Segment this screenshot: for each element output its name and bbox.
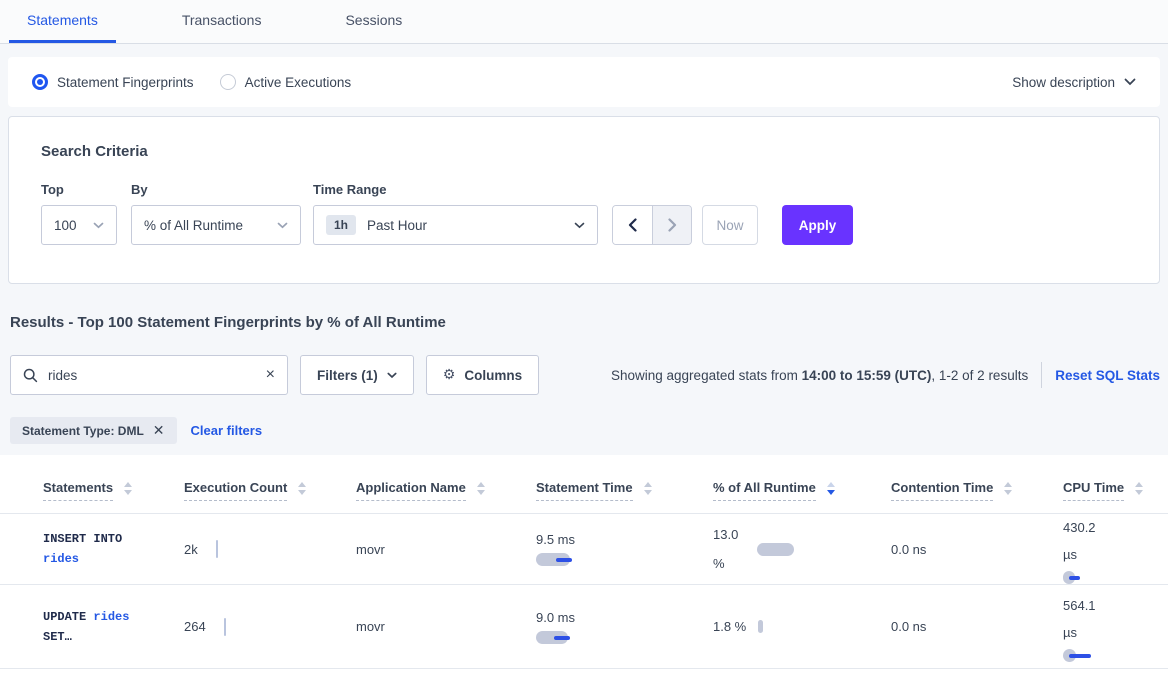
remove-filter-icon[interactable]: ✕ xyxy=(153,422,165,439)
column-header-application-name[interactable]: Application Name xyxy=(356,480,536,501)
execution-count-cell: 264 xyxy=(184,618,356,636)
statement-search-box: × xyxy=(10,355,288,395)
filters-button[interactable]: Filters (1) xyxy=(300,355,414,395)
results-summary: Showing aggregated stats from 14:00 to 1… xyxy=(611,368,1028,383)
pct-runtime-cell: 13.0 % xyxy=(713,520,891,578)
chevron-left-icon xyxy=(628,218,637,232)
application-name-cell: movr xyxy=(356,542,536,557)
contention-time-cell: 0.0 ns xyxy=(891,619,1063,634)
radio-statement-fingerprints[interactable]: Statement Fingerprints xyxy=(32,74,194,90)
table-header-row: Statements Execution Count Application N… xyxy=(0,467,1168,514)
by-value: % of All Runtime xyxy=(144,218,243,233)
chevron-down-icon xyxy=(387,372,397,379)
results-heading: Results - Top 100 Statement Fingerprints… xyxy=(10,314,1158,331)
top-label: Top xyxy=(41,182,117,197)
clear-filters-link[interactable]: Clear filters xyxy=(191,423,263,438)
chevron-down-icon xyxy=(574,222,585,229)
statement-time-mean-marker xyxy=(556,558,572,562)
application-name-cell: movr xyxy=(356,619,536,634)
contention-time-cell: 0.0 ns xyxy=(891,542,1063,557)
filter-chip-statement-type: Statement Type: DML ✕ xyxy=(10,417,177,444)
time-range-value: Past Hour xyxy=(367,218,427,233)
tab-sessions[interactable]: Sessions xyxy=(327,0,420,43)
reset-sql-stats-link[interactable]: Reset SQL Stats xyxy=(1055,368,1160,383)
column-header-statements[interactable]: Statements xyxy=(26,480,184,501)
columns-button[interactable]: ⚙ Columns xyxy=(426,355,539,395)
sort-icon[interactable] xyxy=(1004,482,1012,495)
tab-statements[interactable]: Statements xyxy=(9,0,116,43)
execution-count-cell: 2k xyxy=(184,540,356,558)
show-description-toggle[interactable]: Show description xyxy=(1012,75,1136,90)
search-criteria-panel: Search Criteria Top 100 By % of All Runt… xyxy=(8,116,1160,284)
chevron-down-icon xyxy=(277,222,288,229)
execution-count-bar xyxy=(216,540,218,558)
filter-chip-row: Statement Type: DML ✕ Clear filters xyxy=(10,417,1160,444)
column-header-cpu-time[interactable]: CPU Time xyxy=(1063,480,1158,501)
apply-button[interactable]: Apply xyxy=(782,205,853,245)
time-range-label: Time Range xyxy=(313,182,598,197)
statement-fingerprint: INSERT INTO rides xyxy=(26,529,184,569)
sort-icon[interactable] xyxy=(644,482,652,495)
table-row: INSERT INTO rides 2k movr 9.5 ms 13.0 % … xyxy=(0,514,1168,585)
statement-fingerprint: UPDATE rides SET… xyxy=(26,607,184,647)
time-range-select[interactable]: 1h Past Hour xyxy=(313,205,598,245)
filters-label: Filters (1) xyxy=(317,368,378,383)
radio-unselected-icon xyxy=(220,74,236,90)
column-header-execution-count[interactable]: Execution Count xyxy=(184,480,356,501)
search-input[interactable] xyxy=(48,368,266,383)
chevron-right-icon xyxy=(668,218,677,232)
filter-chip-label: Statement Type: DML xyxy=(22,424,144,438)
clear-search-icon[interactable]: × xyxy=(266,367,275,383)
by-select[interactable]: % of All Runtime xyxy=(131,205,301,245)
column-header-pct-runtime[interactable]: % of All Runtime xyxy=(713,480,891,501)
time-range-badge: 1h xyxy=(326,215,356,235)
show-description-label: Show description xyxy=(1012,75,1115,90)
chevron-down-icon xyxy=(93,222,104,229)
execution-count-bar xyxy=(224,618,226,636)
top-value: 100 xyxy=(54,218,77,233)
pct-runtime-cell: 1.8 % xyxy=(713,612,891,641)
cpu-time-cell: 564.1 µs xyxy=(1063,592,1158,662)
results-controls: × Filters (1) ⚙ Columns Showing aggregat… xyxy=(10,355,1160,395)
sort-icon[interactable] xyxy=(124,482,132,495)
pct-runtime-bar xyxy=(758,620,763,633)
sort-icon[interactable] xyxy=(298,482,306,495)
table-row: UPDATE rides SET… 264 movr 9.0 ms 1.8 % … xyxy=(0,585,1168,669)
sort-icon[interactable] xyxy=(477,482,485,495)
radio-label: Statement Fingerprints xyxy=(57,75,194,90)
chevron-down-icon xyxy=(1124,78,1136,86)
search-criteria-title: Search Criteria xyxy=(41,143,1127,160)
radio-active-executions[interactable]: Active Executions xyxy=(220,74,352,90)
sort-icon[interactable] xyxy=(1135,482,1143,495)
cpu-time-mean-marker xyxy=(1069,576,1080,580)
gear-icon: ⚙ xyxy=(443,367,456,383)
search-icon xyxy=(23,368,38,383)
sort-icon-active-desc[interactable] xyxy=(827,482,835,495)
statement-time-cell: 9.5 ms xyxy=(536,532,575,566)
radio-selected-icon xyxy=(32,74,48,90)
previous-time-range-button[interactable] xyxy=(613,206,652,244)
view-mode-bar: Statement Fingerprints Active Executions… xyxy=(8,57,1160,107)
now-button[interactable]: Now xyxy=(702,205,758,245)
tab-transactions[interactable]: Transactions xyxy=(164,0,280,43)
top-select[interactable]: 100 xyxy=(41,205,117,245)
top-tab-bar: Statements Transactions Sessions xyxy=(0,0,1168,44)
statement-link[interactable]: rides xyxy=(93,610,129,624)
pct-runtime-bar xyxy=(757,543,794,556)
columns-label: Columns xyxy=(464,368,522,383)
statement-time-mean-marker xyxy=(554,636,570,640)
vertical-divider xyxy=(1041,362,1042,388)
radio-label: Active Executions xyxy=(245,75,352,90)
statements-table: Statements Execution Count Application N… xyxy=(0,455,1168,684)
column-header-statement-time[interactable]: Statement Time xyxy=(536,480,713,501)
cpu-time-mean-marker xyxy=(1069,654,1091,658)
statement-link[interactable]: rides xyxy=(43,552,79,566)
column-header-contention-time[interactable]: Contention Time xyxy=(891,480,1063,501)
time-range-nav xyxy=(612,205,692,245)
next-time-range-button[interactable] xyxy=(652,206,691,244)
by-label: By xyxy=(131,182,301,197)
cpu-time-cell: 430.2 µs xyxy=(1063,514,1158,584)
statement-time-cell: 9.0 ms xyxy=(536,610,575,644)
summary-time-range: 14:00 to 15:59 (UTC) xyxy=(802,368,932,383)
